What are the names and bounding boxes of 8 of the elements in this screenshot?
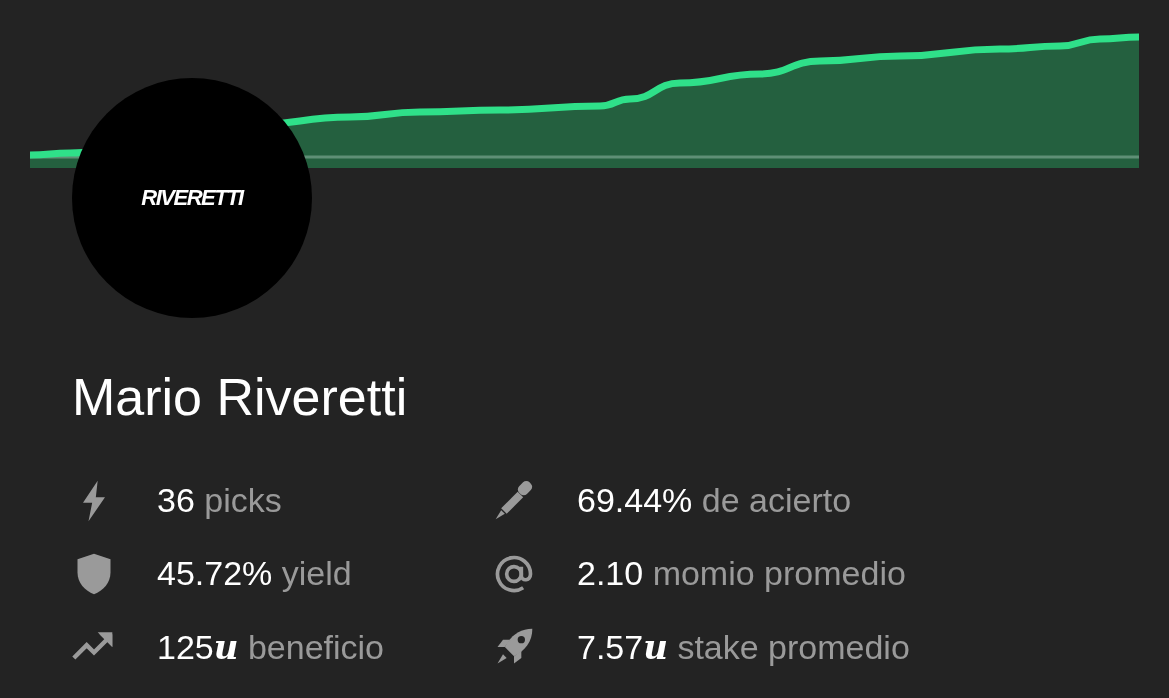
stat-text: 69.44% de acierto <box>577 481 852 520</box>
stat-text: 125u beneficio <box>157 626 385 667</box>
stat-text: 45.72% yield <box>157 554 352 593</box>
profile-name: Mario Riveretti <box>72 367 409 428</box>
stat-text: 36 picks <box>157 481 282 520</box>
avatar-logo-text: RIVERETTI <box>141 185 243 211</box>
stat-text: 7.57u stake promedio <box>577 626 910 667</box>
stat-text: 2.10 momio promedio <box>577 554 906 593</box>
